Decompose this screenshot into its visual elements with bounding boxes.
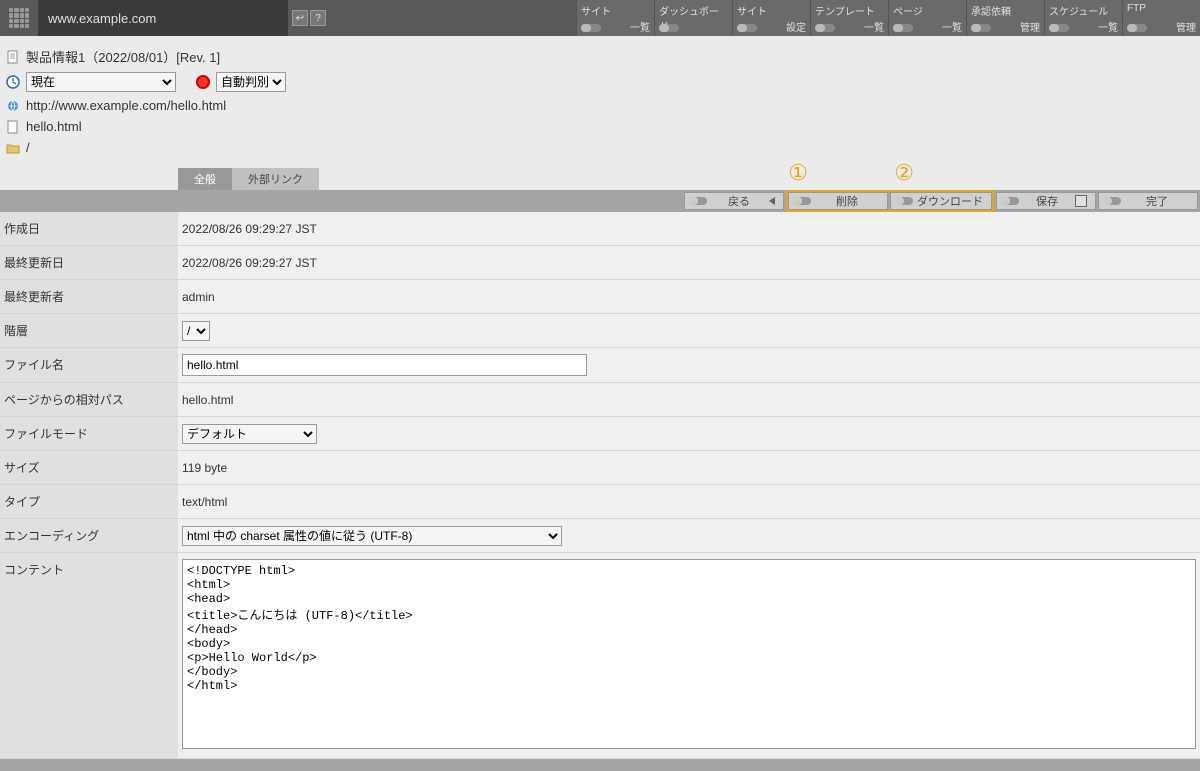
complete-button[interactable]: 完了 <box>1098 192 1198 210</box>
label-filename: ファイル名 <box>0 348 178 383</box>
clock-icon <box>6 75 20 89</box>
properties-table: 作成日 2022/08/26 09:29:27 JST 最終更新日 2022/0… <box>0 212 1200 759</box>
filename-input[interactable] <box>182 354 587 376</box>
page-title: 製品情報1（2022/08/01）[Rev. 1] <box>26 47 220 66</box>
page-filename: hello.html <box>26 119 82 134</box>
label-filemode: ファイルモード <box>0 417 178 451</box>
page-path: / <box>26 140 30 155</box>
save-button[interactable]: 保存 <box>996 192 1096 210</box>
nav-page-list[interactable]: ページ 一覧 <box>888 0 966 36</box>
tab-general[interactable]: 全般 <box>178 168 232 190</box>
value-relpath: hello.html <box>178 383 1200 417</box>
nav-site-list[interactable]: サイト 一覧 <box>576 0 654 36</box>
nav-dashboard[interactable]: ダッシュボード <box>654 0 732 36</box>
label-encoding: エンコーディング <box>0 519 178 553</box>
help-icon[interactable]: ? <box>310 10 326 26</box>
label-created: 作成日 <box>0 212 178 246</box>
nav-site-settings[interactable]: サイト 設定 <box>732 0 810 36</box>
page-url: http://www.example.com/hello.html <box>26 98 226 113</box>
reply-icon[interactable]: ↩ <box>292 10 308 26</box>
top-bar: www.example.com ↩ ? サイト 一覧 ダッシュボード サイト 設… <box>0 0 1200 36</box>
site-domain[interactable]: www.example.com <box>38 0 288 36</box>
value-size: 119 byte <box>178 451 1200 485</box>
delete-button[interactable]: 削除 <box>788 192 888 210</box>
nav-approval[interactable]: 承認依頼 管理 <box>966 0 1044 36</box>
hierarchy-select[interactable]: / <box>182 321 210 341</box>
label-updater: 最終更新者 <box>0 280 178 314</box>
auto-detect-select[interactable]: 自動判別 <box>216 72 286 92</box>
record-icon <box>196 75 210 89</box>
time-select[interactable]: 現在 <box>26 72 176 92</box>
detail-tabs: 全般 外部リンク <box>0 168 1200 190</box>
nav-ftp[interactable]: FTP 管理 <box>1122 0 1200 36</box>
nav-template-list[interactable]: テンプレート 一覧 <box>810 0 888 36</box>
value-type: text/html <box>178 485 1200 519</box>
highlighted-actions: 削除 ダウンロード <box>786 190 994 212</box>
link-icon <box>6 99 20 113</box>
back-button[interactable]: 戻る <box>684 192 784 210</box>
annotation-two: ② <box>894 160 914 186</box>
label-hierarchy: 階層 <box>0 314 178 348</box>
value-updater: admin <box>178 280 1200 314</box>
label-relpath: ページからの相対パス <box>0 383 178 417</box>
nav-schedule[interactable]: スケジュール 一覧 <box>1044 0 1122 36</box>
label-content: コンテント <box>0 553 178 759</box>
value-created: 2022/08/26 09:29:27 JST <box>178 212 1200 246</box>
label-type: タイプ <box>0 485 178 519</box>
footer-bar <box>0 759 1200 771</box>
encoding-select[interactable]: html 中の charset 属性の値に従う (UTF-8) <box>182 526 562 546</box>
app-logo[interactable] <box>0 0 38 36</box>
save-icon <box>1075 195 1087 207</box>
label-updated: 最終更新日 <box>0 246 178 280</box>
main-nav: サイト 一覧 ダッシュボード サイト 設定 テンプレート 一覧 ページ 一覧 承… <box>576 0 1200 36</box>
tab-external-link[interactable]: 外部リンク <box>232 168 319 190</box>
action-bar: 戻る 削除 ダウンロード 保存 完了 <box>0 190 1200 212</box>
value-updated: 2022/08/26 09:29:27 JST <box>178 246 1200 280</box>
folder-icon <box>6 141 20 155</box>
content-textarea[interactable] <box>182 559 1196 749</box>
file-icon <box>6 120 20 134</box>
filemode-select[interactable]: デフォルト <box>182 424 317 444</box>
logo-dots-icon <box>9 8 29 28</box>
download-button[interactable]: ダウンロード <box>890 192 992 210</box>
label-size: サイズ <box>0 451 178 485</box>
annotation-one: ① <box>788 160 808 186</box>
chevron-left-icon <box>769 197 775 205</box>
page-icon <box>6 50 20 64</box>
page-header: 製品情報1（2022/08/01）[Rev. 1] 現在 自動判別 http:/… <box>0 36 1200 162</box>
